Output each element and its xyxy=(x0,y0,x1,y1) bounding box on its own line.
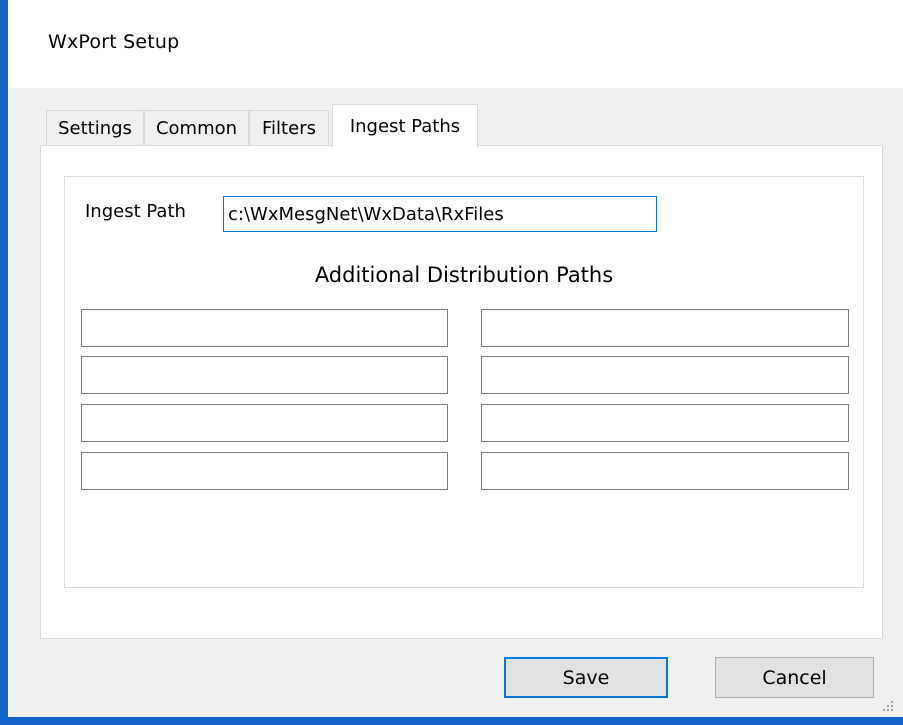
distribution-path-input-3[interactable] xyxy=(81,404,448,442)
cancel-button[interactable]: Cancel xyxy=(715,657,874,698)
window-border-left xyxy=(0,0,8,725)
tab-ingest-paths[interactable]: Ingest Paths xyxy=(332,104,478,147)
distribution-path-input-7[interactable] xyxy=(481,404,849,442)
distribution-path-input-2[interactable] xyxy=(81,356,448,394)
ingest-path-input[interactable] xyxy=(223,196,657,232)
window-border-bottom xyxy=(0,717,903,725)
distribution-path-input-4[interactable] xyxy=(81,452,448,490)
resize-grip-icon[interactable] xyxy=(879,697,895,713)
distribution-path-input-6[interactable] xyxy=(481,356,849,394)
distribution-paths-heading: Additional Distribution Paths xyxy=(314,263,614,287)
distribution-path-input-1[interactable] xyxy=(81,309,448,347)
distribution-path-input-8[interactable] xyxy=(481,452,849,490)
window-title: WxPort Setup xyxy=(48,31,180,53)
tab-settings[interactable]: Settings xyxy=(46,110,144,145)
save-button[interactable]: Save xyxy=(504,657,668,698)
title-bar[interactable]: WxPort Setup xyxy=(8,0,903,88)
tab-common[interactable]: Common xyxy=(144,110,249,145)
tab-filters[interactable]: Filters xyxy=(249,110,329,145)
ingest-path-label: Ingest Path xyxy=(85,201,186,222)
distribution-path-input-5[interactable] xyxy=(481,309,849,347)
